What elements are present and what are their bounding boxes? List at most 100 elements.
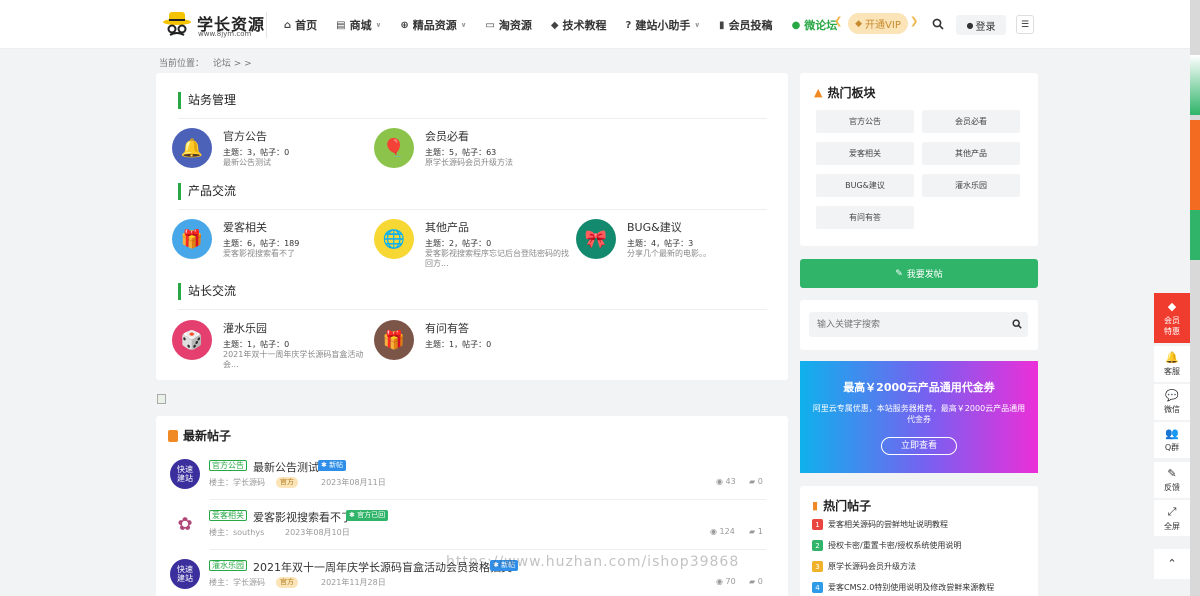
forum-latest[interactable]: 最新公告测试 <box>223 158 373 168</box>
hot-post-item[interactable]: 4 爱客CMS2.0特别使用说明及修改尝鲜来源教程 <box>812 582 994 593</box>
forum-icon[interactable]: 🎀 <box>576 219 616 259</box>
breadcrumb-prefix: 当前位置： <box>159 59 205 69</box>
nav-item-5[interactable]: ? 建站小助手 ∨ <box>626 17 701 33</box>
forum-item[interactable]: 🎲 灌水乐园 主题：1，帖子：0 2021年双十一周年庆学长源码盲盒活动会... <box>172 320 363 370</box>
author-avatar[interactable]: 快速 建站 <box>170 459 200 489</box>
nav-item-6[interactable]: ▮ 会员投稿 <box>719 17 773 33</box>
section-title: 站长交流 <box>178 283 236 300</box>
forum-name[interactable]: 有问有答 <box>425 320 469 336</box>
hot-board-button[interactable]: 会员必看 <box>922 110 1020 133</box>
forum-name[interactable]: 爱客相关 <box>223 219 267 235</box>
forum-item[interactable]: 🌐 其他产品 主题：2，帖子：0 爱客影视搜索程序忘记后台登陆密码的找回方... <box>374 219 569 269</box>
views-count: 124 <box>719 527 735 536</box>
new-post-button[interactable]: ✎ 我要发帖 <box>800 259 1038 288</box>
forum-latest[interactable]: 爱客影视搜索看不了 <box>223 249 373 259</box>
post-author[interactable]: 楼主：southys <box>209 527 264 538</box>
post-category-tag[interactable]: 官方公告 <box>209 460 247 471</box>
hot-board-button[interactable]: 灌水乐园 <box>922 174 1020 197</box>
coupon-view-button[interactable]: 立即查看 <box>881 437 957 455</box>
forum-stats: 主题：3，帖子：0 <box>223 148 290 157</box>
forum-name[interactable]: 灌水乐园 <box>223 320 267 336</box>
search-input[interactable] <box>809 312 1004 337</box>
hot-board-button[interactable]: 官方公告 <box>816 110 914 133</box>
float-service-button[interactable]: 🔔 客服 <box>1154 346 1190 382</box>
login-button[interactable]: ● 登录 <box>956 15 1006 35</box>
search-submit-icon[interactable] <box>1010 317 1024 331</box>
hot-post-title[interactable]: 原学长源码会员升级方法 <box>828 561 916 572</box>
hot-boards-title: 热门板块 <box>827 86 876 100</box>
nav-item-1[interactable]: ▤ 商城 ∨ <box>336 17 381 33</box>
forum-name[interactable]: BUG&建议 <box>627 219 682 235</box>
forum-latest[interactable]: 2021年双十一周年庆学长源码盲盒活动会... <box>223 350 373 370</box>
chart-area-icon: ▲ <box>814 86 823 99</box>
menu-icon: ☰ <box>1020 19 1030 30</box>
forum-item[interactable]: 🎀 BUG&建议 主题：4，帖子：3 分享几个最新的电影。。 <box>576 219 766 269</box>
views-count: 43 <box>725 477 736 486</box>
float-feedback-button[interactable]: ✎ 反馈 <box>1154 462 1190 498</box>
float-fullscreen-button[interactable]: ⤢ 全屏 <box>1154 500 1190 536</box>
post-category-tag[interactable]: 爱客相关 <box>209 510 247 521</box>
site-header: 学长资源 www.8jym.com ⌂ 首页 ▤ 商城 ∨ ⊕ 精品资源 ∨ ▭ 淘资源 ◆ 技术教程… <box>0 0 1190 49</box>
search-icon[interactable] <box>928 14 948 34</box>
forum-name[interactable]: 会员必看 <box>425 128 469 144</box>
post-category-tag[interactable]: 灌水乐园 <box>209 560 247 571</box>
forum-icon[interactable]: 🎈 <box>374 128 414 168</box>
forum-item[interactable]: 🎁 爱客相关 主题：6，帖子：189 爱客影视搜索看不了 <box>172 219 362 269</box>
chevron-down-icon: ∨ <box>460 21 467 29</box>
post-author[interactable]: 楼主：学长源码 <box>209 577 265 588</box>
float-vip-button[interactable]: ◆ 会员 特惠 <box>1154 293 1190 343</box>
section-divider <box>178 118 767 119</box>
hot-post-item[interactable]: 3 原学长源码会员升级方法 <box>812 561 916 572</box>
forum-item[interactable]: 🔔 官方公告 主题：3，帖子：0 最新公告测试 <box>172 128 362 178</box>
bar-chart-icon: ▮ <box>812 499 819 512</box>
nav-item-3[interactable]: ▭ 淘资源 <box>485 17 531 33</box>
forum-icon[interactable]: 🌐 <box>374 219 414 259</box>
forum-item[interactable]: 🎁 有问有答 主题：1，帖子：0 <box>374 320 564 370</box>
hot-board-button[interactable]: 爱客相关 <box>816 142 914 165</box>
site-logo[interactable]: 学长资源 www.8jym.com <box>160 8 264 40</box>
post-title[interactable]: 最新公告测试 <box>253 459 319 475</box>
latest-posts-header: 最新帖子 <box>168 427 231 444</box>
breadcrumb-forum-link[interactable]: 论坛 <box>213 59 231 69</box>
menu-toggle-button[interactable]: ☰ <box>1016 15 1034 34</box>
hot-post-title[interactable]: 授权卡密/重置卡密/授权系统使用说明 <box>828 540 961 551</box>
author-avatar[interactable]: ✿ <box>170 509 200 539</box>
hot-post-title[interactable]: 爱客相关源码的尝鲜地址说明教程 <box>828 519 948 530</box>
nav-item-label: 首页 <box>295 19 318 32</box>
coupon-title: 最高￥2000云产品通用代金券 <box>843 381 995 394</box>
post-comments: ▰ 0 <box>749 577 763 586</box>
forum-latest[interactable]: 分享几个最新的电影。。 <box>627 249 777 259</box>
latest-posts-title: 最新帖子 <box>183 429 232 443</box>
forum-icon[interactable]: 🎲 <box>172 320 212 360</box>
forum-icon[interactable]: 🎁 <box>374 320 414 360</box>
nav-item-0[interactable]: ⌂ 首页 <box>284 17 317 33</box>
post-date: 2021年11月28日 <box>321 578 386 587</box>
post-comments: ▰ 0 <box>749 477 763 486</box>
forum-latest[interactable]: 原学长源码会员升级方法 <box>425 158 575 168</box>
float-wechat-button[interactable]: 💬 微信 <box>1154 384 1190 420</box>
forum-name[interactable]: 官方公告 <box>223 128 267 144</box>
hot-board-button[interactable]: 其他产品 <box>922 142 1020 165</box>
nav-item-2[interactable]: ⊕ 精品资源 ∨ <box>400 17 466 33</box>
forum-latest[interactable]: 爱客影视搜索程序忘记后台登陆密码的找回方... <box>425 249 575 269</box>
forum-name[interactable]: 其他产品 <box>425 219 469 235</box>
nav-item-7[interactable]: ● 微论坛 <box>792 17 838 33</box>
float-qq-button[interactable]: 👥 Q群 <box>1154 422 1190 458</box>
post-title[interactable]: 爱客影视搜索看不了 <box>253 509 352 525</box>
coupon-banner[interactable]: 最高￥2000云产品通用代金券 阿里云专属优惠，本站服务器推荐，最高￥2000云… <box>800 361 1038 473</box>
vip-label: 开通VIP <box>865 20 901 31</box>
hot-post-item[interactable]: 2 授权卡密/重置卡密/授权系统使用说明 <box>812 540 961 551</box>
hot-board-button[interactable]: 有问有答 <box>816 206 914 229</box>
forum-icon[interactable]: 🔔 <box>172 128 212 168</box>
forum-icon[interactable]: 🎁 <box>172 219 212 259</box>
author-avatar[interactable]: 快速 建站 <box>170 559 200 589</box>
hot-post-item[interactable]: 1 爱客相关源码的尝鲜地址说明教程 <box>812 519 948 530</box>
hot-board-button[interactable]: BUG&建议 <box>816 174 914 197</box>
float-label: Q群 <box>1164 443 1180 452</box>
nav-item-4[interactable]: ◆ 技术教程 <box>551 17 607 33</box>
forum-item[interactable]: 🎈 会员必看 主题：5，帖子：63 原学长源码会员升级方法 <box>374 128 564 178</box>
hot-post-title[interactable]: 爱客CMS2.0特别使用说明及修改尝鲜来源教程 <box>828 582 994 593</box>
post-author[interactable]: 楼主：学长源码 <box>209 477 265 488</box>
float-top-button[interactable]: ⌃ <box>1154 549 1190 579</box>
vip-button[interactable]: ◆ 开通VIP <box>848 13 908 34</box>
